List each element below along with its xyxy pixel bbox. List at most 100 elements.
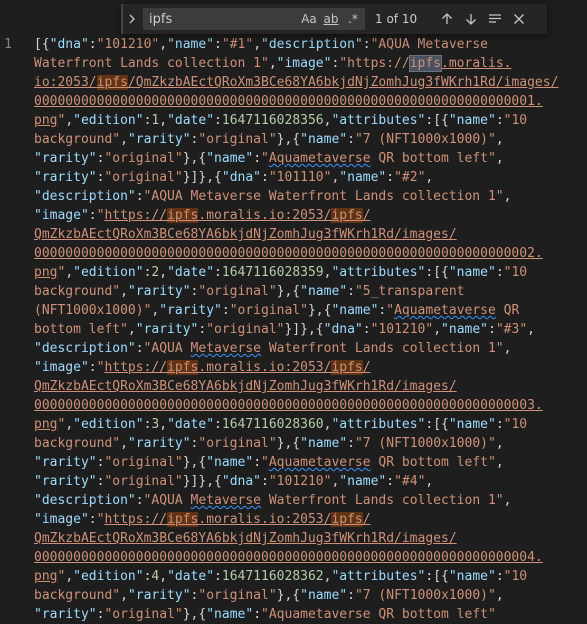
code-token: : (135, 189, 144, 204)
code-token: "10 (503, 113, 528, 128)
regex-toggle[interactable]: .* (343, 9, 363, 29)
code-line[interactable]: background","rarity":"original"},{"name"… (34, 434, 587, 453)
code-line[interactable]: png","edition":4,"date":1647116028362,"a… (34, 567, 587, 586)
code-token: , (495, 436, 504, 451)
code-token: , (495, 588, 504, 603)
code-token: "original" (104, 607, 183, 622)
code-token: "name" (206, 607, 254, 622)
code-token: QmZkzbAEctQRoXm3BCe68YA6bkjdNjZomhJug3fW… (34, 379, 457, 394)
code-token: QR bottom left" (370, 455, 496, 470)
next-match-button[interactable] (459, 7, 483, 31)
code-token: "AQUA (143, 493, 191, 508)
code-token: : (253, 607, 262, 622)
code-token: "name" (300, 436, 348, 451)
code-line[interactable]: "rarity":"original"}]},{"dna":"101210","… (34, 472, 587, 491)
previous-match-button[interactable] (435, 7, 459, 31)
code-token: , (503, 189, 512, 204)
code-line[interactable]: "image":"https://ipfs.moralis.io:2053/ip… (34, 510, 587, 529)
code-token: "edition" (73, 265, 144, 280)
code-line[interactable]: "image":"https://ipfs.moralis.io:2053/ip… (34, 358, 587, 377)
code-line[interactable]: "rarity":"original"},{"name":"Aquametave… (34, 149, 587, 168)
code-token: Waterfront Lands collection 1" (34, 56, 269, 71)
code-token: "original" (198, 132, 277, 147)
code-token: , (159, 37, 168, 52)
code-token: "name" (300, 132, 348, 147)
toggle-replace-button[interactable] (123, 4, 141, 34)
close-find-button[interactable] (507, 7, 531, 31)
code-token: "name" (448, 113, 496, 128)
code-line[interactable]: background","rarity":"original"},{"name"… (34, 282, 587, 301)
code-token: "#4" (394, 474, 426, 489)
code-line[interactable]: background","rarity":"original"},{"name"… (34, 586, 587, 605)
code-token: background" (34, 132, 121, 147)
code-token: / (362, 360, 371, 375)
code-token: "description" (34, 189, 136, 204)
code-token: "rarity" (135, 322, 199, 337)
code-line[interactable]: 0000000000000000000000000000000000000000… (34, 92, 587, 111)
code-line[interactable]: "rarity":"original"},{"name":"Aquametave… (34, 605, 587, 624)
code-line[interactable]: QmZkzbAEctQRoXm3BCe68YA6bkjdNjZomhJug3fW… (34, 377, 587, 396)
code-line[interactable]: 0000000000000000000000000000000000000000… (34, 396, 587, 415)
code-line[interactable]: background","rarity":"original"},{"name"… (34, 130, 587, 149)
code-line[interactable]: (NFT1000x1000)","rarity":"original"},{"n… (34, 301, 587, 320)
whole-word-toggle[interactable]: ab (321, 9, 341, 29)
code-token: "rarity" (34, 607, 97, 622)
code-token: "attributes" (331, 265, 426, 280)
code-line[interactable]: io:2053/ipfs/QmZkzbAEctQRoXm3BCe68YA6bkj… (34, 73, 587, 92)
code-line[interactable]: [{"dna":"101210","name":"#1","descriptio… (34, 35, 587, 54)
code-line[interactable]: "description":"AQUA Metaverse Waterfront… (34, 187, 587, 206)
code-line[interactable]: "rarity":"original"},{"name":"Aquametave… (34, 453, 587, 472)
code-token: .moralis. (441, 56, 512, 71)
code-token: : (214, 37, 222, 52)
code-area[interactable]: [{"dna":"101210","name":"#1","descriptio… (34, 35, 587, 624)
code-line[interactable]: "image":"https://ipfs.moralis.io:2053/ip… (34, 206, 587, 225)
code-line[interactable]: "rarity":"original"}]},{"dna":"101110","… (34, 168, 587, 187)
code-token: },{ (276, 436, 301, 451)
search-match: ipfs (167, 208, 199, 223)
code-token: 0000000000000000000000000000000000000000… (34, 398, 543, 413)
search-match: ipfs (331, 208, 363, 223)
code-token: 0000000000000000000000000000000000000000… (34, 246, 543, 261)
search-match: ipfs (167, 512, 199, 527)
code-token: , (120, 132, 128, 147)
code-token: png (34, 265, 58, 280)
code-line[interactable]: QmZkzbAEctQRoXm3BCe68YA6bkjdNjZomhJug3fW… (34, 529, 587, 548)
code-line[interactable]: 0000000000000000000000000000000000000000… (34, 244, 587, 263)
code-line[interactable]: bottom left","rarity":"original"}]},{"dn… (34, 320, 587, 339)
code-token: .moralis.io:2053/ (198, 512, 332, 527)
code-token: "name" (441, 322, 489, 337)
find-input-value[interactable]: ipfs (143, 12, 299, 27)
code-token: "rarity" (127, 132, 191, 147)
find-input[interactable]: ipfs Aa ab .* (143, 8, 365, 30)
code-token: "name" (339, 474, 387, 489)
code-token: }]},{ (182, 474, 222, 489)
code-line[interactable]: png","edition":2,"date":1647116028359,"a… (34, 263, 587, 282)
code-line[interactable]: "description":"AQUA Metaverse Waterfront… (34, 339, 587, 358)
code-token: " (261, 151, 269, 166)
code-token: : (88, 360, 97, 375)
code-line[interactable]: "description":"AQUA Metaverse Waterfront… (34, 491, 587, 510)
code-token: "image" (34, 208, 89, 223)
code-editor[interactable]: 1 [{"dna":"101210","name":"#1","descript… (0, 0, 587, 622)
code-line[interactable]: QmZkzbAEctQRoXm3BCe68YA6bkjdNjZomhJug3fW… (34, 225, 587, 244)
code-token: " (386, 303, 395, 318)
find-in-selection-button[interactable] (483, 7, 507, 31)
code-token: "AQUA (143, 341, 191, 356)
match-case-toggle[interactable]: Aa (299, 9, 319, 29)
code-token: , (268, 56, 277, 71)
code-line[interactable]: png","edition":3,"date":1647116028360,"a… (34, 415, 587, 434)
code-token: , (120, 284, 128, 299)
code-token: "rarity" (127, 588, 191, 603)
code-line[interactable]: Waterfront Lands collection 1","image":"… (34, 54, 587, 73)
code-token: : (347, 284, 355, 299)
code-token: "dna" (323, 322, 363, 337)
code-line[interactable]: png","edition":1,"date":1647116028356,"a… (34, 111, 587, 130)
code-token: QR (495, 303, 520, 318)
code-token: QmZkzbAEctQRoXm3BCe68YA6bkjdNjZomhJug3fW… (34, 531, 457, 546)
code-token: Metaverse (190, 493, 261, 508)
code-token: "Aquametaverse QR bottom left" (261, 607, 496, 622)
code-token: , (65, 417, 74, 432)
code-line[interactable]: 0000000000000000000000000000000000000000… (34, 548, 587, 567)
code-token: "7 (NFT1000x1000)" (354, 132, 496, 147)
code-token: : (253, 455, 262, 470)
